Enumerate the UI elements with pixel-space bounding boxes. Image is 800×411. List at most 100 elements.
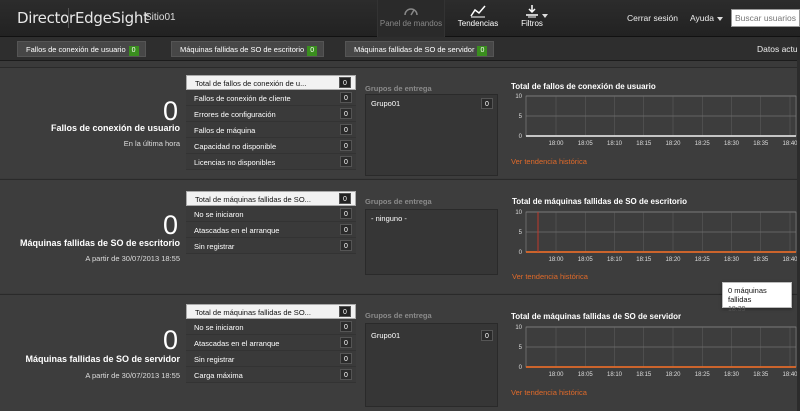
summary-bar: Fallos de conexión de usuario 0 Máquinas …	[0, 37, 800, 61]
trends-icon	[470, 5, 486, 18]
section-connection-failures: 0 Fallos de conexión de usuario En la úl…	[0, 67, 800, 178]
list-header[interactable]: Total de máquinas fallidas de SO... 0	[186, 304, 356, 319]
view-history-link[interactable]: Ver tendencia histórica	[511, 157, 587, 166]
chart-tooltip: 0 máquinas fallidas 18:39	[722, 282, 792, 313]
list-item[interactable]: No se iniciaron 0	[186, 206, 356, 222]
list-item[interactable]: No se iniciaron 0	[186, 319, 356, 335]
x-tick-label: 18:00	[548, 257, 564, 263]
data-updated-text: Datos actualiz	[757, 44, 800, 54]
x-tick-label: 18:05	[578, 372, 594, 378]
desktop-failures-chart[interactable]: 0 5 10 18:00 18:05 18:10 18:15 18:20 18:25 18:30 1…	[508, 208, 798, 272]
y-tick-label: 0	[519, 134, 523, 140]
delivery-group-item[interactable]: Grupo01 0	[366, 327, 497, 343]
filters-icon	[526, 5, 538, 18]
list-item-count: 0	[340, 140, 352, 151]
list-item-count: 0	[340, 321, 352, 332]
x-tick-label: 18:15	[636, 372, 652, 378]
list-header[interactable]: Total de fallos de conexión de u... 0	[186, 75, 356, 90]
nav-filters-label: Filtros	[521, 19, 543, 28]
help-chevron-down-icon	[716, 16, 723, 21]
connection-failures-chart[interactable]: 0 5 10 18:00 18:05 18:10 18:15 18:20 18:25 18:30 1…	[508, 92, 798, 156]
nav-trends[interactable]: Tendencias	[456, 4, 500, 34]
list-item-count: 0	[340, 108, 352, 119]
x-tick-label: 18:20	[665, 141, 681, 147]
tooltip-time: 18:39	[728, 306, 746, 313]
list-item-label: Fallos de máquina	[194, 126, 256, 135]
x-tick-label: 18:35	[753, 372, 769, 378]
list-item[interactable]: Fallos de máquina 0	[186, 122, 356, 138]
site-name[interactable]: Sitio01	[145, 12, 176, 23]
delivery-groups-box: Grupo01 0	[365, 94, 498, 176]
desktop-failures-list: Total de máquinas fallidas de SO... 0 No …	[186, 191, 356, 254]
connection-failures-title: Fallos de conexión de usuario	[50, 123, 180, 133]
x-tick-label: 18:30	[724, 141, 740, 147]
list-item-count: 0	[340, 224, 352, 235]
y-tick-label: 5	[519, 230, 523, 236]
delivery-groups-box: - ninguno -	[365, 209, 498, 275]
tooltip-value: 0 máquinas fallidas	[728, 286, 767, 304]
list-item-label: Atascadas en el arranque	[194, 339, 280, 348]
chart-title: Total de fallos de conexión de usuario	[511, 82, 656, 91]
chart-container: 0 5 10 18:00 18:05 18:10 18:15 18:20 18:25 18:30 1…	[508, 208, 798, 277]
summary-server-failures-button[interactable]: Máquinas fallidas de SO de servidor 0	[345, 41, 495, 57]
list-item[interactable]: Fallos de conexión de cliente 0	[186, 90, 356, 106]
x-tick-label: 18:40	[782, 141, 798, 147]
logout-link[interactable]: Cerrar sesión	[627, 13, 678, 23]
y-tick-label: 10	[515, 94, 522, 100]
delivery-group-item[interactable]: - ninguno -	[366, 210, 497, 226]
list-item-count: 0	[340, 353, 352, 364]
list-item[interactable]: Sin registrar 0	[186, 238, 356, 254]
desktop-failures-count: 0	[162, 210, 178, 240]
list-item-label: Licencias no disponibles	[194, 158, 276, 167]
nav-trends-label: Tendencias	[457, 19, 499, 28]
x-tick-label: 18:20	[665, 257, 681, 263]
list-item[interactable]: Errores de configuración 0	[186, 106, 356, 122]
x-tick-label: 18:10	[607, 141, 623, 147]
list-item[interactable]: Sin registrar 0	[186, 351, 356, 367]
nav-dashboard[interactable]: Panel de mandos	[377, 0, 445, 37]
list-item[interactable]: Atascadas en el arranque 0	[186, 222, 356, 238]
x-tick-label: 18:40	[782, 257, 798, 263]
y-tick-label: 0	[519, 365, 523, 371]
list-item-label: Errores de configuración	[194, 110, 276, 119]
summary-conn-badge: 0	[128, 46, 139, 56]
section-server-failures: 0 Máquinas fallidas de SO de servidor A …	[0, 294, 800, 411]
x-tick-label: 18:25	[695, 372, 711, 378]
dashboard-icon	[404, 8, 418, 16]
chart-container: 0 5 10 18:00 18:05 18:10 18:15 18:20 18:25 18:30 1…	[508, 92, 798, 161]
chart-container: 0 5 10 18:00 18:05 18:10 18:15 18:20 18:25 18:30 1…	[508, 323, 798, 392]
delivery-group-item[interactable]: Grupo01 0	[366, 95, 497, 111]
list-item-label: Capacidad no disponible	[194, 142, 277, 151]
x-tick-label: 18:15	[636, 257, 652, 263]
list-item[interactable]: Atascadas en el arranque 0	[186, 335, 356, 351]
view-history-link[interactable]: Ver tendencia histórica	[511, 388, 587, 397]
list-header-count: 0	[339, 306, 351, 317]
server-failures-chart[interactable]: 0 5 10 18:00 18:05 18:10 18:15 18:20 18:25 18:30 1…	[508, 323, 798, 387]
help-menu[interactable]: Ayuda	[690, 13, 723, 23]
list-item-count: 0	[340, 337, 352, 348]
connection-failures-list: Total de fallos de conexión de u... 0 Fal…	[186, 75, 356, 170]
list-header-label: Total de máquinas fallidas de SO...	[195, 195, 311, 204]
list-header[interactable]: Total de máquinas fallidas de SO... 0	[186, 191, 356, 206]
search-users-input[interactable]	[731, 9, 800, 27]
delivery-groups-title: Grupos de entrega	[365, 197, 432, 206]
list-header-count: 0	[339, 77, 351, 88]
nav-dashboard-label: Panel de mandos	[379, 19, 443, 28]
view-history-link[interactable]: Ver tendencia histórica	[512, 272, 588, 281]
filters-chevron-down-icon[interactable]	[542, 14, 548, 18]
list-header-count: 0	[339, 193, 351, 204]
x-tick-label: 18:25	[695, 257, 711, 263]
summary-connection-failures-button[interactable]: Fallos de conexión de usuario 0	[17, 41, 146, 57]
desktop-failures-subtitle: A partir de 30/07/2013 18:55	[85, 254, 180, 263]
delivery-groups-title: Grupos de entrega	[365, 84, 432, 93]
list-item[interactable]: Carga máxima 0	[186, 367, 356, 383]
top-nav-bar: Director EdgeSight Sitio01 Panel de mand…	[0, 0, 800, 37]
y-tick-label: 10	[515, 325, 522, 331]
summary-desktop-failures-button[interactable]: Máquinas fallidas de SO de escritorio 0	[171, 41, 325, 57]
y-tick-label: 5	[519, 345, 523, 351]
list-item[interactable]: Capacidad no disponible 0	[186, 138, 356, 154]
nav-filters[interactable]: Filtros	[512, 4, 552, 34]
list-item[interactable]: Licencias no disponibles 0	[186, 154, 356, 170]
delivery-groups-box: Grupo01 0	[365, 323, 498, 407]
x-tick-label: 18:35	[753, 257, 769, 263]
